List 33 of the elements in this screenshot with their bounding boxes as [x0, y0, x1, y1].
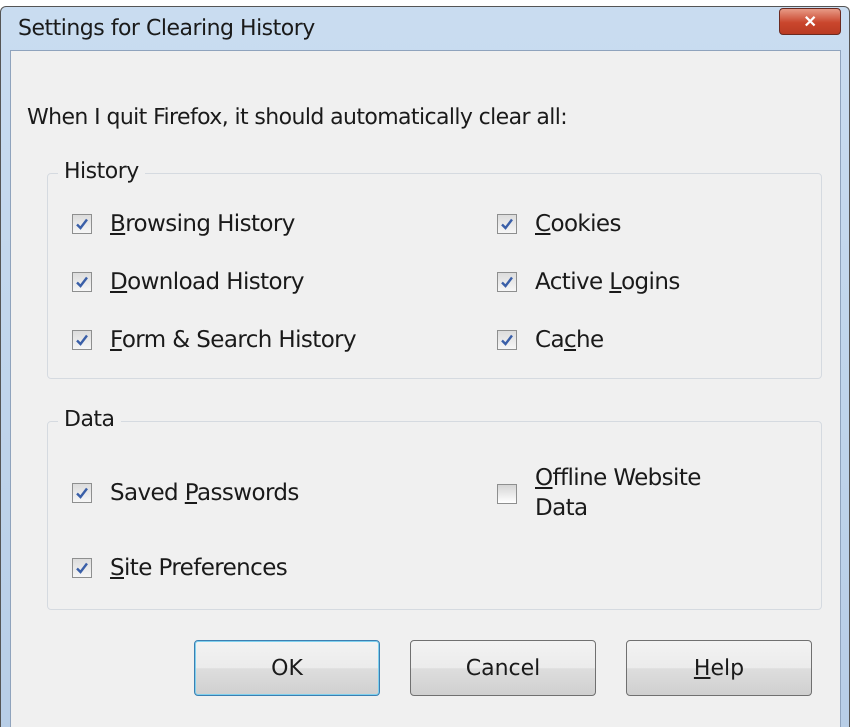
- checkmark-icon: [74, 485, 90, 501]
- checkbox-label[interactable]: Cache: [535, 324, 604, 356]
- dialog-button[interactable]: Cancel: [410, 640, 596, 696]
- checkbox[interactable]: [72, 483, 92, 503]
- window-title: Settings for Clearing History: [18, 16, 315, 41]
- checkbox-label[interactable]: Offline Website Data: [535, 464, 750, 524]
- checkbox[interactable]: [497, 484, 517, 504]
- checkbox[interactable]: [497, 272, 517, 292]
- checkbox-label[interactable]: Form & Search History: [110, 327, 356, 353]
- checkbox[interactable]: [72, 214, 92, 234]
- checkbox-label[interactable]: Download History: [110, 269, 304, 295]
- dialog-button[interactable]: OK: [194, 640, 380, 696]
- checkmark-icon: [74, 332, 90, 348]
- checkbox-label[interactable]: Cookies: [535, 208, 621, 240]
- checkmark-icon: [499, 274, 515, 290]
- checkmark-icon: [74, 274, 90, 290]
- group-title: History: [58, 159, 145, 184]
- checkmark-icon: [74, 560, 90, 576]
- checkbox[interactable]: [497, 330, 517, 350]
- checkbox[interactable]: [72, 330, 92, 350]
- checkmark-icon: [499, 216, 515, 232]
- instruction-text: When I quit Firefox, it should automatically clear all:: [27, 105, 568, 130]
- close-button[interactable]: ✕: [779, 8, 841, 35]
- dialog-button[interactable]: Help: [626, 640, 812, 696]
- checkmark-icon: [74, 216, 90, 232]
- checkbox-label[interactable]: Browsing History: [110, 211, 295, 237]
- checkmark-icon: [499, 332, 515, 348]
- checkbox[interactable]: [72, 558, 92, 578]
- checkbox-label[interactable]: Active Logins: [535, 266, 680, 298]
- checkbox-label[interactable]: Saved Passwords: [110, 480, 299, 506]
- checkbox-label[interactable]: Site Preferences: [110, 555, 288, 581]
- checkbox[interactable]: [497, 214, 517, 234]
- checkbox[interactable]: [72, 272, 92, 292]
